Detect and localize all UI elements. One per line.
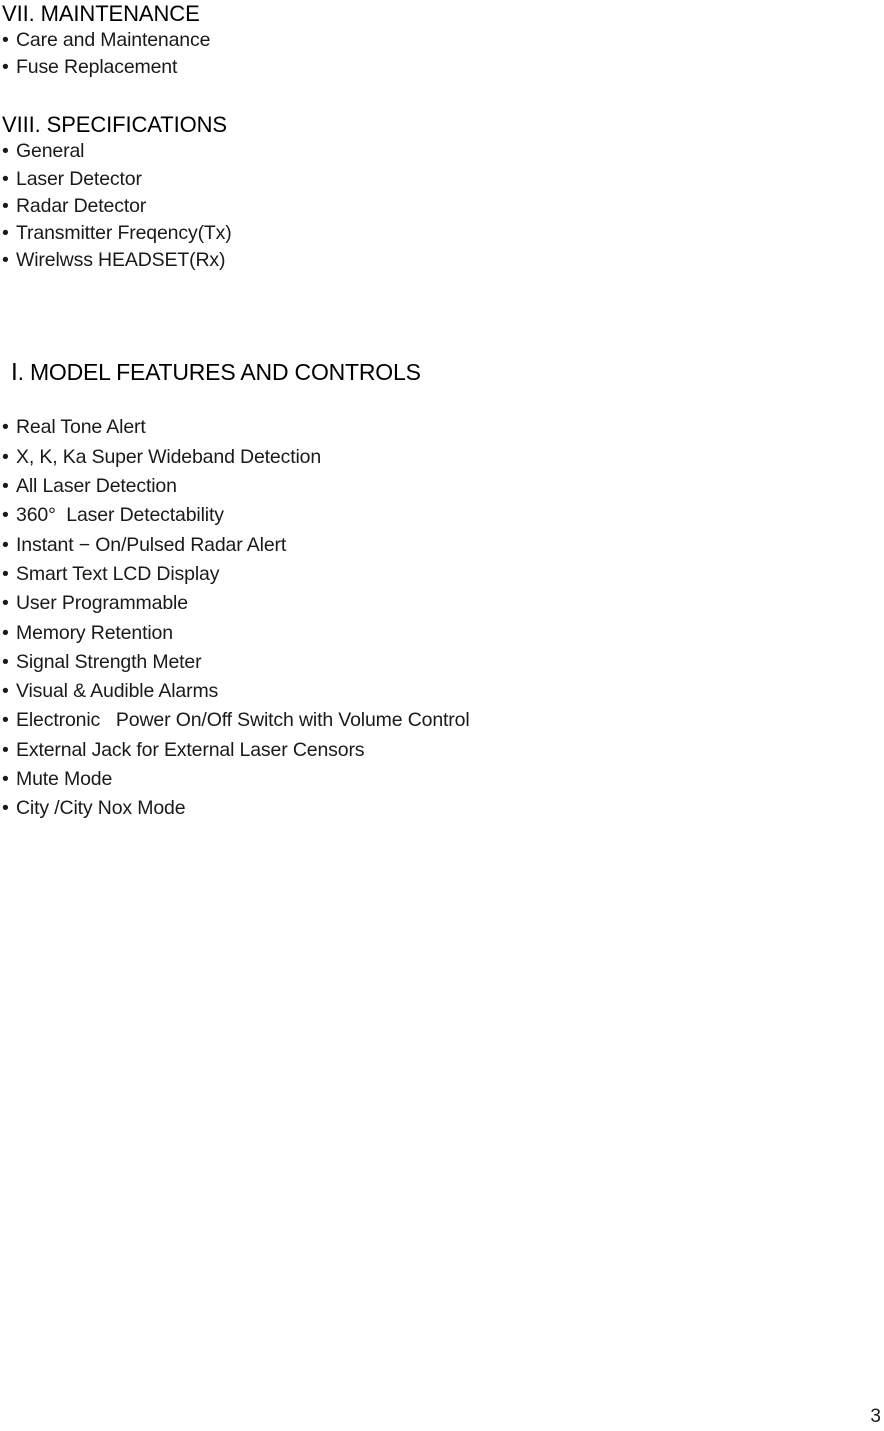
list-item: • User Programmable	[2, 589, 872, 618]
list-item: • Visual & Audible Alarms	[2, 677, 872, 706]
feature-label: 360° Laser Detectability	[16, 504, 224, 527]
toc-item-label: Radar Detector	[16, 194, 147, 217]
toc-item-label: Wirelwss HEADSET(Rx)	[16, 249, 226, 272]
bullet-icon: •	[2, 504, 9, 527]
toc-heading-maintenance: VII. MAINTENANCE	[2, 1, 200, 26]
bullet-icon: •	[2, 680, 9, 703]
list-item: • Real Tone Alert	[2, 413, 872, 442]
page-number: 3	[870, 1406, 881, 1427]
bullet-icon: •	[2, 709, 9, 732]
bullet-icon: •	[2, 621, 9, 644]
feature-label: Instant − On/Pulsed Radar Alert	[16, 533, 287, 556]
bullet-icon: •	[2, 167, 9, 190]
list-item: • Mute Mode	[2, 765, 872, 794]
list-item: • Memory Retention	[2, 619, 872, 648]
list-item: • X, K, Ka Super Wideband Detection	[2, 443, 872, 472]
features-list: • Real Tone Alert • X, K, Ka Super Wideban…	[2, 413, 872, 823]
bullet-icon: •	[2, 29, 9, 51]
feature-label: Signal Strength Meter	[16, 650, 202, 673]
bullet-icon: •	[2, 249, 9, 272]
bullet-icon: •	[2, 738, 9, 761]
toc-item: • Radar Detector	[2, 193, 872, 220]
feature-label: City /City Nox Mode	[16, 797, 186, 820]
list-item: • Signal Strength Meter	[2, 648, 872, 677]
bullet-icon: •	[2, 797, 9, 820]
bullet-icon: •	[2, 445, 9, 468]
bullet-icon: •	[2, 592, 9, 615]
feature-label: Electronic Power On/Off Switch with Volu…	[16, 709, 470, 732]
toc-list-specifications: • General • Laser Detector • Radar Detector…	[2, 138, 872, 274]
list-item: • All Laser Detection	[2, 472, 872, 501]
toc-item: • Laser Detector	[2, 166, 872, 193]
bullet-icon: •	[2, 194, 9, 217]
list-item: • Instant − On/Pulsed Radar Alert	[2, 531, 872, 560]
bullet-icon: •	[2, 475, 9, 498]
list-item: • Smart Text LCD Display	[2, 560, 872, 589]
feature-label: Visual & Audible Alarms	[16, 680, 219, 703]
bullet-icon: •	[2, 56, 9, 79]
toc-item-label: Fuse Replacement	[16, 56, 178, 79]
list-item: • 360° Laser Detectability	[2, 501, 872, 530]
toc-item-label: Care and Maintenance	[16, 29, 211, 51]
toc-item-label: Laser Detector	[16, 167, 142, 190]
toc-heading-specifications: VIII. SPECIFICATIONS	[2, 112, 227, 138]
feature-label: Real Tone Alert	[16, 416, 146, 439]
list-item: • Electronic Power On/Off Switch with Vol…	[2, 706, 872, 735]
list-item: • External Jack for External Laser Censor…	[2, 736, 872, 765]
bullet-icon: •	[2, 767, 9, 790]
heading-spacer	[2, 387, 872, 413]
toc-item: • Fuse Replacement	[2, 54, 872, 81]
toc-section-specifications: VIII. SPECIFICATIONS • General • Laser Det…	[2, 111, 872, 274]
toc-item: • General	[2, 138, 872, 165]
bullet-icon: •	[2, 562, 9, 585]
page-content: VII. MAINTENANCE • Care and Maintenance •…	[2, 0, 872, 824]
toc-list-maintenance: • Care and Maintenance • Fuse Replacement	[2, 27, 872, 81]
toc-item-label: Transmitter Freqency(Tx)	[16, 222, 232, 245]
bullet-icon: •	[2, 650, 9, 673]
toc-section-maintenance: VII. MAINTENANCE • Care and Maintenance •…	[2, 0, 872, 81]
bullet-icon: •	[2, 416, 9, 439]
feature-label: All Laser Detection	[16, 475, 177, 498]
document-page: VII. MAINTENANCE • Care and Maintenance •…	[0, 0, 884, 1431]
toc-item: • Wirelwss HEADSET(Rx)	[2, 247, 872, 274]
toc-item: • Care and Maintenance	[2, 27, 872, 54]
list-item: • City /City Nox Mode	[2, 794, 872, 823]
feature-label: User Programmable	[16, 592, 188, 615]
toc-item-label: General	[16, 140, 85, 163]
feature-label: X, K, Ka Super Wideband Detection	[16, 445, 322, 468]
main-section-heading: Ⅰ. MODEL FEATURES AND CONTROLS	[11, 359, 421, 386]
bullet-icon: •	[2, 140, 9, 163]
feature-label: External Jack for External Laser Censors	[16, 738, 365, 761]
feature-label: Memory Retention	[16, 621, 173, 644]
feature-label: Smart Text LCD Display	[16, 562, 220, 585]
bullet-icon: •	[2, 533, 9, 556]
feature-label: Mute Mode	[16, 767, 113, 790]
toc-item: • Transmitter Freqency(Tx)	[2, 220, 872, 247]
bullet-icon: •	[2, 222, 9, 245]
